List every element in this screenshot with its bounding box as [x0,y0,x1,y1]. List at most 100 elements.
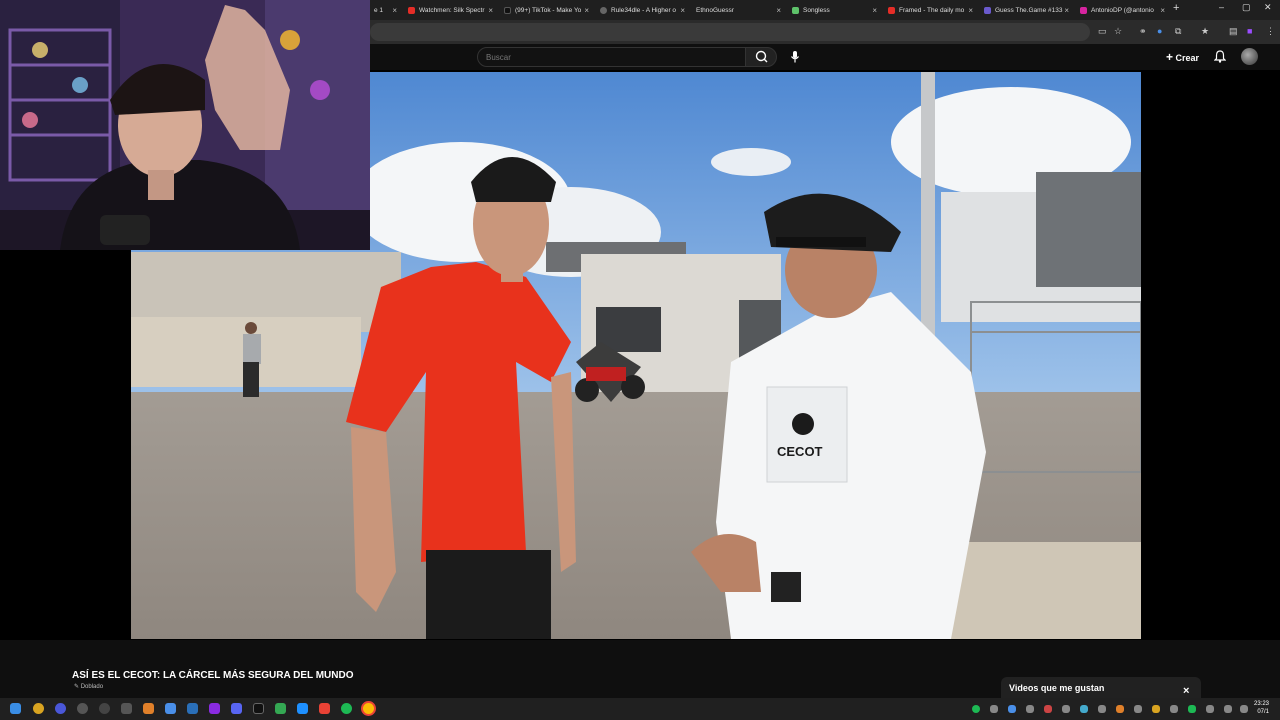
songless-icon [792,6,799,14]
minimize-button[interactable]: – [1219,2,1224,12]
app-icon[interactable] [297,703,308,714]
plus-icon: + [1166,50,1174,64]
tray-icon[interactable] [1044,705,1052,713]
extension-icon[interactable]: ⚭ [1139,26,1147,37]
search-button[interactable] [745,47,777,67]
tray-icon[interactable] [1080,705,1088,713]
browser-tab[interactable]: (99+) TikTok - Make Yo × [500,2,592,18]
start-icon[interactable] [10,703,21,714]
tray-icon[interactable] [1026,705,1034,713]
bookmark-star-icon[interactable]: ☆ [1114,26,1122,37]
liked-panel-title: Videos que me gustan [1009,683,1105,693]
system-clock[interactable]: 23:23 07/1 [1254,700,1269,716]
tray-icon[interactable] [1170,705,1178,713]
tray-icon[interactable] [1152,705,1160,713]
tab-label: Watchmen: Silk Spectr [419,6,485,14]
discord-icon[interactable] [231,703,242,714]
webcam-scene [0,0,370,250]
youtube-icon [408,6,415,14]
dub-badge: ✎ Doblado [74,683,103,690]
close-icon[interactable]: × [776,6,781,15]
globe-icon [600,6,607,14]
tiktok-icon [504,6,511,14]
create-button[interactable]: + Crear [1166,50,1199,64]
close-icon[interactable]: × [872,6,877,15]
dub-label: Doblado [80,684,104,690]
search-icon [755,50,768,63]
puzzle-icon[interactable]: ⧉ [1175,26,1181,37]
close-icon[interactable]: × [680,6,685,15]
browser-tab[interactable]: Rule34dle - A Higher o × [596,2,688,18]
avatar[interactable] [1241,48,1258,65]
search-icon[interactable] [33,703,44,714]
app-icon[interactable] [165,703,176,714]
app-icon[interactable] [77,703,88,714]
browser-tab[interactable]: Guess The.Game #133 × [980,2,1072,18]
tray-icon[interactable] [1008,705,1016,713]
maximize-button[interactable]: ▢ [1242,2,1251,13]
tray-icon[interactable] [1116,705,1124,713]
clock-date: 07/1 [1257,709,1270,715]
new-tab-button[interactable]: + [1173,2,1179,14]
tiktok-icon[interactable] [253,703,264,714]
tray-icon[interactable] [1134,705,1142,713]
browser-tab[interactable]: EthnoGuessr × [692,2,784,18]
app-icon[interactable] [55,703,66,714]
tab-label: Rule34dle - A Higher o [611,6,677,14]
battery-icon[interactable] [1240,705,1248,713]
sidebar-icon[interactable]: ▤ [1229,26,1238,37]
browser-tab[interactable]: Songless × [788,2,880,18]
app-icon[interactable] [143,703,154,714]
browser-tab[interactable]: Watchmen: Silk Spectr × [404,2,496,18]
close-window-button[interactable]: ✕ [1264,2,1272,13]
profile-icon[interactable]: ■ [1247,26,1252,36]
browser-tab[interactable]: Framed - The daily mo × [884,2,976,18]
app-icon[interactable] [209,703,220,714]
tab-label: EthnoGuessr [696,6,734,14]
close-icon[interactable]: × [392,6,397,15]
browser-tab[interactable]: AntonioDP (@antonio × [1076,2,1168,18]
steam-icon[interactable] [187,703,198,714]
app-icon[interactable] [275,703,286,714]
cecot-badge-text: CECOT [777,444,823,459]
tray-icon[interactable] [1062,705,1070,713]
app-icon[interactable] [121,703,132,714]
tab-label: (99+) TikTok - Make Yo [515,6,582,14]
chrome-icon[interactable] [363,703,374,714]
close-icon[interactable]: × [1183,685,1189,697]
close-icon[interactable]: × [488,6,493,15]
close-icon[interactable]: × [1064,6,1069,15]
close-icon[interactable]: × [1160,6,1165,15]
translate-icon: ✎ [74,684,80,690]
tray-icon[interactable] [990,705,998,713]
menu-icon[interactable]: ⋮ [1266,26,1275,37]
browser-tab[interactable]: e 1 × [370,2,400,18]
search-input[interactable]: Buscar [477,47,746,67]
liked-videos-panel[interactable]: Videos que me gustan × [1001,677,1201,699]
game-icon [984,6,991,14]
app-icon[interactable] [319,703,330,714]
video-title: ASÍ ES EL CECOT: LA CÁRCEL MÁS SEGURA DE… [72,670,354,681]
tab-label: Songless [803,6,830,14]
webcam-overlay [0,0,370,250]
bell-icon[interactable] [1214,50,1226,63]
address-bar[interactable] [370,23,1090,41]
instagram-icon [1080,6,1087,14]
spotify-icon[interactable] [341,703,352,714]
star-icon[interactable]: ★ [1201,26,1209,37]
wifi-icon[interactable] [1206,705,1214,713]
mic-icon[interactable] [790,50,800,64]
create-label: Crear [1175,53,1200,63]
install-icon[interactable]: ▭ [1098,26,1107,37]
tray-icon[interactable] [1188,705,1196,713]
tray-icon[interactable] [972,705,980,713]
extension-icon[interactable]: ● [1157,26,1162,36]
close-icon[interactable]: × [584,6,589,15]
clock-time: 23:23 [1254,701,1270,707]
framed-icon [888,6,895,14]
tab-label: e 1 [374,6,384,14]
close-icon[interactable]: × [968,6,973,15]
tray-icon[interactable] [1098,705,1106,713]
volume-icon[interactable] [1224,705,1232,713]
app-icon[interactable] [99,703,110,714]
